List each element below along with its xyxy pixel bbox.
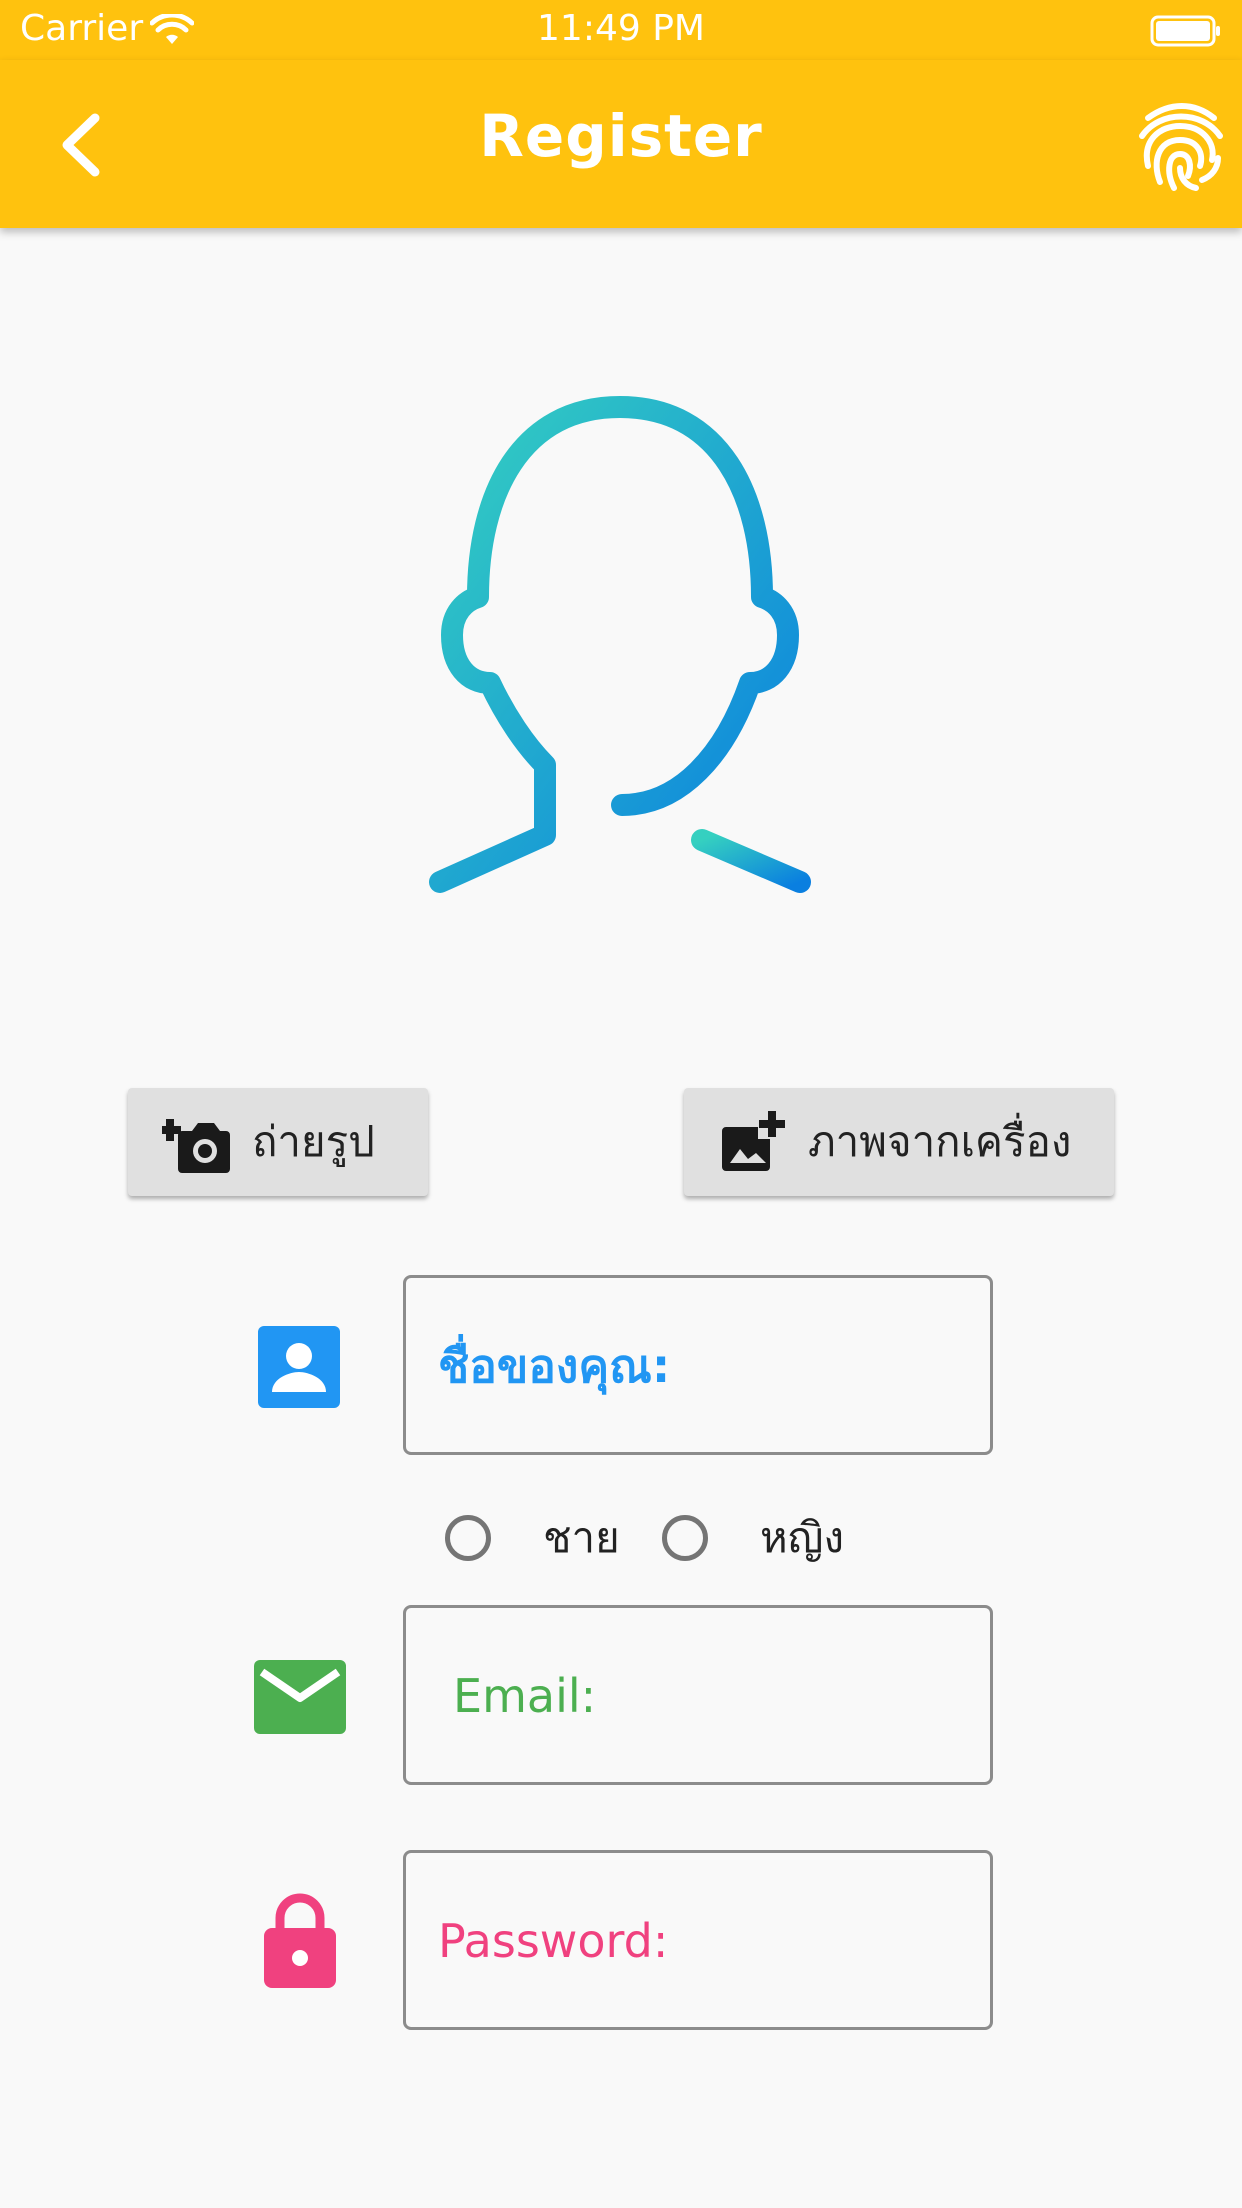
take-photo-button[interactable]: ถ่ายรูป — [128, 1088, 428, 1196]
take-photo-label: ถ่ายรูป — [252, 1117, 375, 1166]
lock-icon — [264, 1893, 336, 1988]
avatar-placeholder-icon — [429, 396, 811, 893]
status-bar: Carrier 11:49 PM — [0, 0, 1242, 60]
radio-circle[interactable] — [445, 1515, 491, 1561]
choose-from-device-button[interactable]: ภาพจากเครื่อง — [684, 1088, 1114, 1196]
email-input[interactable] — [451, 1608, 975, 1784]
mail-icon — [254, 1660, 346, 1734]
page-title: Register — [479, 102, 763, 170]
gender-radio-female[interactable]: หญิง — [662, 1505, 844, 1571]
add-photo-alternate-icon — [722, 1111, 785, 1171]
gender-label-male: ชาย — [543, 1513, 620, 1562]
battery-icon — [1150, 15, 1220, 47]
fingerprint-button[interactable] — [1130, 96, 1230, 196]
clock: 11:49 PM — [537, 8, 705, 49]
gender-radio-male[interactable]: ชาย — [445, 1505, 620, 1571]
fingerprint-icon — [1139, 103, 1223, 191]
add-a-photo-icon — [162, 1119, 230, 1173]
email-field[interactable] — [403, 1605, 993, 1785]
password-input[interactable] — [436, 1853, 960, 2029]
password-field[interactable] — [403, 1850, 993, 2030]
gender-label-female: หญิง — [760, 1513, 844, 1562]
app-bar: Register — [0, 60, 1242, 228]
name-field[interactable] — [403, 1275, 993, 1455]
choose-from-device-label: ภาพจากเครื่อง — [808, 1117, 1072, 1166]
person-icon — [258, 1326, 340, 1408]
radio-circle[interactable] — [662, 1515, 708, 1561]
name-input[interactable] — [436, 1278, 960, 1454]
